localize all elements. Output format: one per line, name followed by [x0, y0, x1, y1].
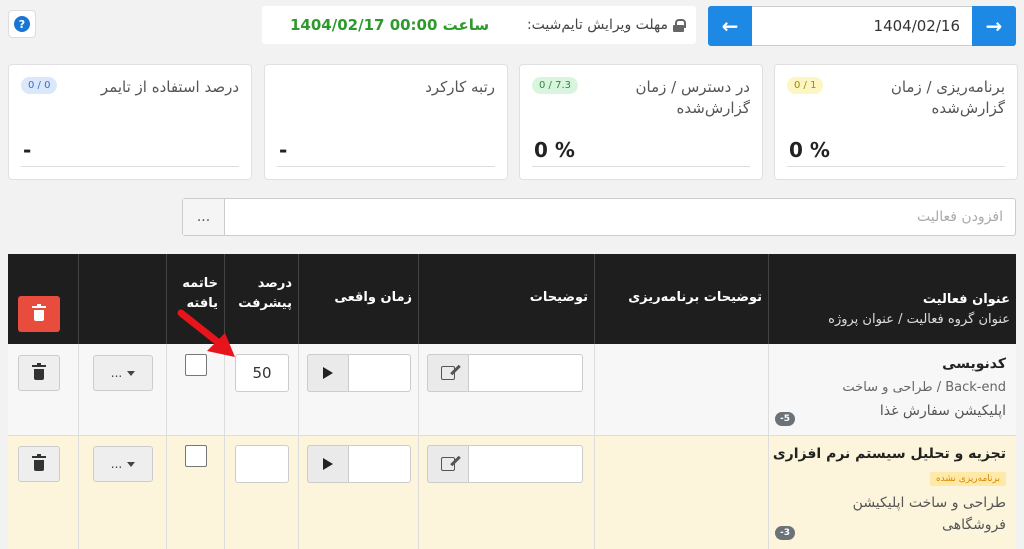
table-header: عنوان فعالیت عنوان گروه فعالیت / عنوان پ… [8, 254, 1016, 344]
count-badge: -3 [775, 526, 795, 540]
delete-cell [8, 344, 78, 435]
header-delete [8, 254, 78, 344]
finished-checkbox[interactable] [185, 445, 207, 467]
card-timer-usage: درصد استفاده از تایمر 0 / 0 - [8, 64, 252, 180]
header-planning-desc-label: توضیحات برنامه‌ریزی [628, 290, 762, 305]
header-activity-subtitle: عنوان گروه فعالیت / عنوان پروژه [828, 312, 1010, 327]
header-description-label: توضیحات [529, 290, 588, 305]
description-cell [418, 436, 594, 549]
start-timer-button[interactable] [307, 445, 349, 483]
caret-down-icon [127, 461, 136, 467]
deadline-label-wrap: مهلت ویرایش تایم‌شیت: [526, 17, 686, 33]
card-value: 0 % [789, 138, 830, 162]
card-available-vs-reported: در دسترس / زمان گزارش‌شده 0 / 7.3 0 % [519, 64, 763, 180]
help-button[interactable]: ? [8, 10, 36, 38]
delete-row-button[interactable] [18, 355, 60, 391]
header-activity: عنوان فعالیت عنوان گروه فعالیت / عنوان پ… [768, 254, 1016, 344]
card-title: رتبه کارکرد [425, 78, 495, 96]
description-cell [418, 344, 594, 435]
card-title: در دسترس / زمان گزارش‌شده [635, 78, 750, 117]
deadline-label: مهلت ویرایش تایم‌شیت: [526, 17, 668, 33]
deadline-value: 1404/02/17 ساعت 00:00 [290, 16, 490, 34]
actual-time-cell [298, 344, 418, 435]
header-actual-time: زمان واقعی [298, 254, 418, 344]
activity-cell: کدنویسی Back-end / طراحی و ساخت اپلیکیشن… [768, 344, 1016, 435]
delete-selected-button[interactable] [18, 296, 60, 332]
play-icon [323, 458, 333, 470]
row-actions-dropdown[interactable]: ... [93, 446, 153, 482]
card-title: درصد استفاده از تایمر [100, 78, 239, 96]
delete-row-button[interactable] [18, 446, 60, 482]
header-actions [78, 254, 166, 344]
date-navigator: ← → [708, 6, 1016, 46]
edit-icon [441, 457, 455, 471]
help-icon: ? [14, 16, 30, 32]
progress-input[interactable] [235, 445, 289, 483]
more-label: ... [110, 366, 123, 380]
unplanned-badge: برنامه‌ریزی نشده [929, 472, 1006, 486]
date-field[interactable] [752, 6, 972, 46]
activity-project: طراحی و ساخت اپلیکیشن فروشگاهی [852, 495, 1006, 533]
annotation-arrow-icon [177, 309, 235, 357]
trash-icon [32, 454, 46, 471]
add-activity-input[interactable] [225, 199, 1015, 235]
card-badge: 0 / 7.3 [532, 77, 578, 94]
delete-cell [8, 436, 78, 549]
header-description: توضیحات [418, 254, 594, 344]
edit-description-button[interactable] [427, 445, 469, 483]
activity-cell: تجزیه و تحلیل سیستم نرم افزاری برنامه‌ری… [768, 436, 1016, 549]
header-actual-time-label: زمان واقعی [334, 290, 412, 305]
card-title: برنامه‌ریزی / زمان گزارش‌شده [890, 78, 1005, 117]
start-timer-button[interactable] [307, 354, 349, 392]
trash-icon [32, 363, 46, 380]
table-row: کدنویسی Back-end / طراحی و ساخت اپلیکیشن… [8, 344, 1016, 436]
card-divider [532, 166, 750, 167]
card-planned-vs-reported: برنامه‌ریزی / زمان گزارش‌شده 0 / 1 0 % [774, 64, 1018, 180]
arrow-right-icon: → [985, 14, 1003, 38]
card-divider [21, 166, 239, 167]
count-badge: -5 [775, 412, 795, 426]
card-value: - [23, 138, 32, 162]
actions-cell: ... [78, 436, 166, 549]
card-divider [787, 166, 1005, 167]
card-performance-rank: رتبه کارکرد - [264, 64, 508, 180]
add-activity-more-button[interactable]: ... [183, 199, 225, 235]
table-row: تجزیه و تحلیل سیستم نرم افزاری برنامه‌ری… [8, 436, 1016, 549]
header-planning-desc: توضیحات برنامه‌ریزی [594, 254, 768, 344]
activity-group: Back-end / طراحی و ساخت [842, 380, 1006, 395]
card-value: 0 % [534, 138, 575, 162]
planning-desc-cell [594, 436, 768, 549]
caret-down-icon [127, 370, 136, 376]
header-activity-title: عنوان فعالیت [922, 292, 1010, 307]
actions-cell: ... [78, 344, 166, 435]
edit-deadline: 1404/02/17 ساعت 00:00 مهلت ویرایش تایم‌ش… [262, 6, 696, 44]
activity-title: تجزیه و تحلیل سیستم نرم افزاری [772, 446, 1006, 462]
activity-title: کدنویسی [942, 356, 1006, 372]
card-value: - [279, 138, 288, 162]
lock-icon [673, 18, 686, 32]
planning-desc-cell [594, 344, 768, 435]
row-actions-dropdown[interactable]: ... [93, 355, 153, 391]
more-label: ... [110, 457, 123, 471]
finished-cell [166, 436, 224, 549]
progress-cell [224, 436, 298, 549]
arrow-left-icon: ← [721, 14, 739, 38]
activity-project: اپلیکیشن سفارش غذا [879, 403, 1006, 419]
previous-date-button[interactable]: ← [708, 6, 752, 46]
edit-description-button[interactable] [427, 354, 469, 392]
add-activity-bar: ... [182, 198, 1016, 236]
next-date-button[interactable]: → [972, 6, 1016, 46]
card-divider [277, 166, 495, 167]
actual-time-cell [298, 436, 418, 549]
play-icon [323, 367, 333, 379]
activities-table: عنوان فعالیت عنوان گروه فعالیت / عنوان پ… [8, 254, 1016, 549]
edit-icon [441, 366, 455, 380]
card-badge: 0 / 0 [21, 77, 58, 94]
card-badge: 0 / 1 [787, 77, 824, 94]
trash-icon [32, 304, 46, 321]
